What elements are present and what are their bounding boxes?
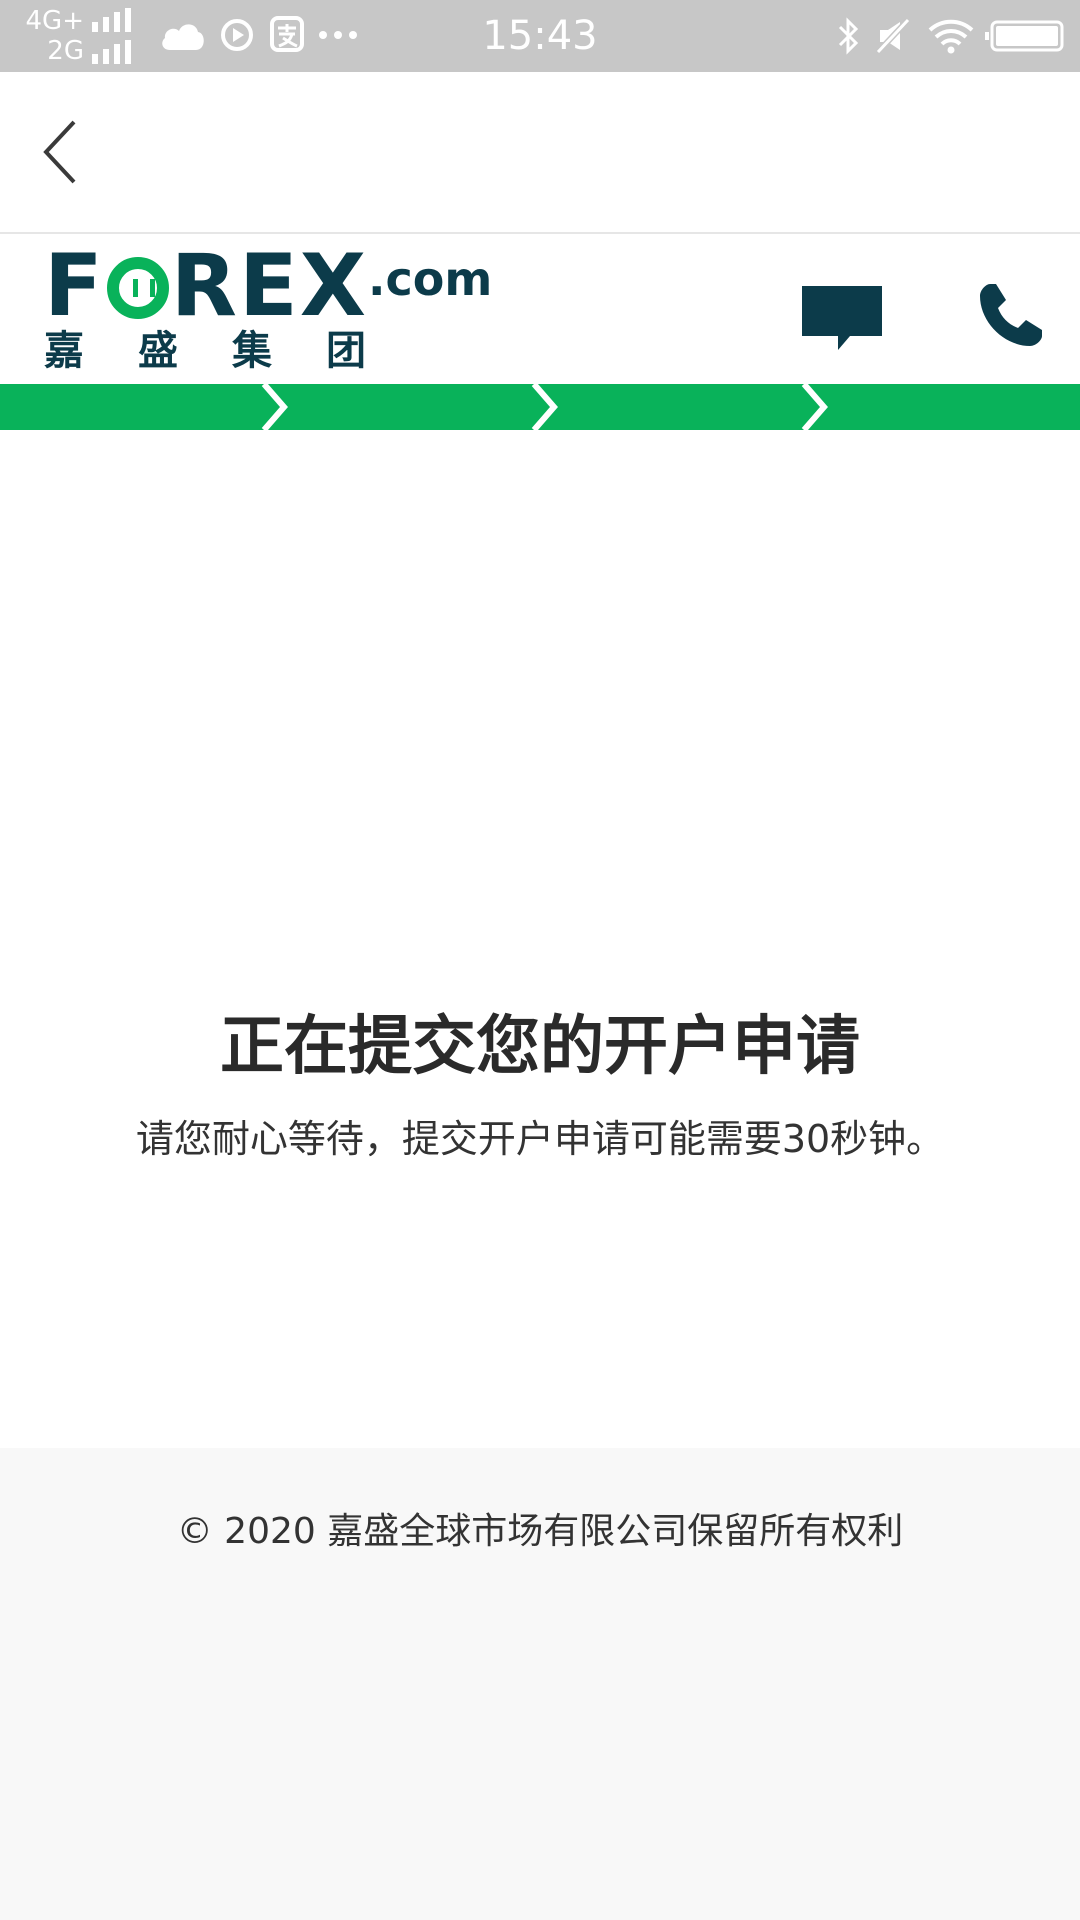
logo-suffix: .com — [368, 252, 493, 306]
chat-bubble-icon — [802, 286, 882, 350]
status-bar: 4G+ 2G 15:43 — [0, 0, 1080, 72]
back-button[interactable] — [30, 112, 90, 192]
copyright-text: © 2020 嘉盛全球市场有限公司保留所有权利 — [176, 1511, 904, 1552]
bluetooth-icon — [838, 17, 859, 55]
logo-chinese-name: 嘉盛集团 — [44, 328, 420, 374]
battery-icon — [985, 20, 1064, 52]
logo-letter-f: F — [44, 236, 105, 336]
wifi-icon — [928, 19, 974, 54]
chevron-left-icon — [43, 120, 76, 184]
logo-letters-rex: REX — [170, 236, 369, 336]
brand-header: F REX.com 嘉盛集团 — [0, 234, 1080, 384]
progress-bar — [0, 382, 1080, 432]
status-time: 15:43 — [482, 13, 598, 59]
forex-logo[interactable]: F REX.com — [44, 234, 492, 331]
progress-steps — [0, 382, 1080, 432]
chat-button[interactable] — [800, 284, 884, 356]
phone-button[interactable] — [976, 280, 1046, 350]
message-title: 正在提交您的开户申请 — [220, 1010, 860, 1084]
mute-icon — [876, 18, 910, 54]
footer: © 2020 嘉盛全球市场有限公司保留所有权利 — [0, 1448, 1080, 1920]
logo-o-icon — [106, 257, 169, 319]
top-nav — [0, 72, 1080, 234]
phone-icon — [980, 284, 1042, 346]
submission-message: 正在提交您的开户申请 请您耐心等待，提交开户申请可能需要30秒钟。 — [0, 1005, 1080, 1171]
message-body: 请您耐心等待，提交开户申请可能需要30秒钟。 — [135, 1117, 945, 1161]
